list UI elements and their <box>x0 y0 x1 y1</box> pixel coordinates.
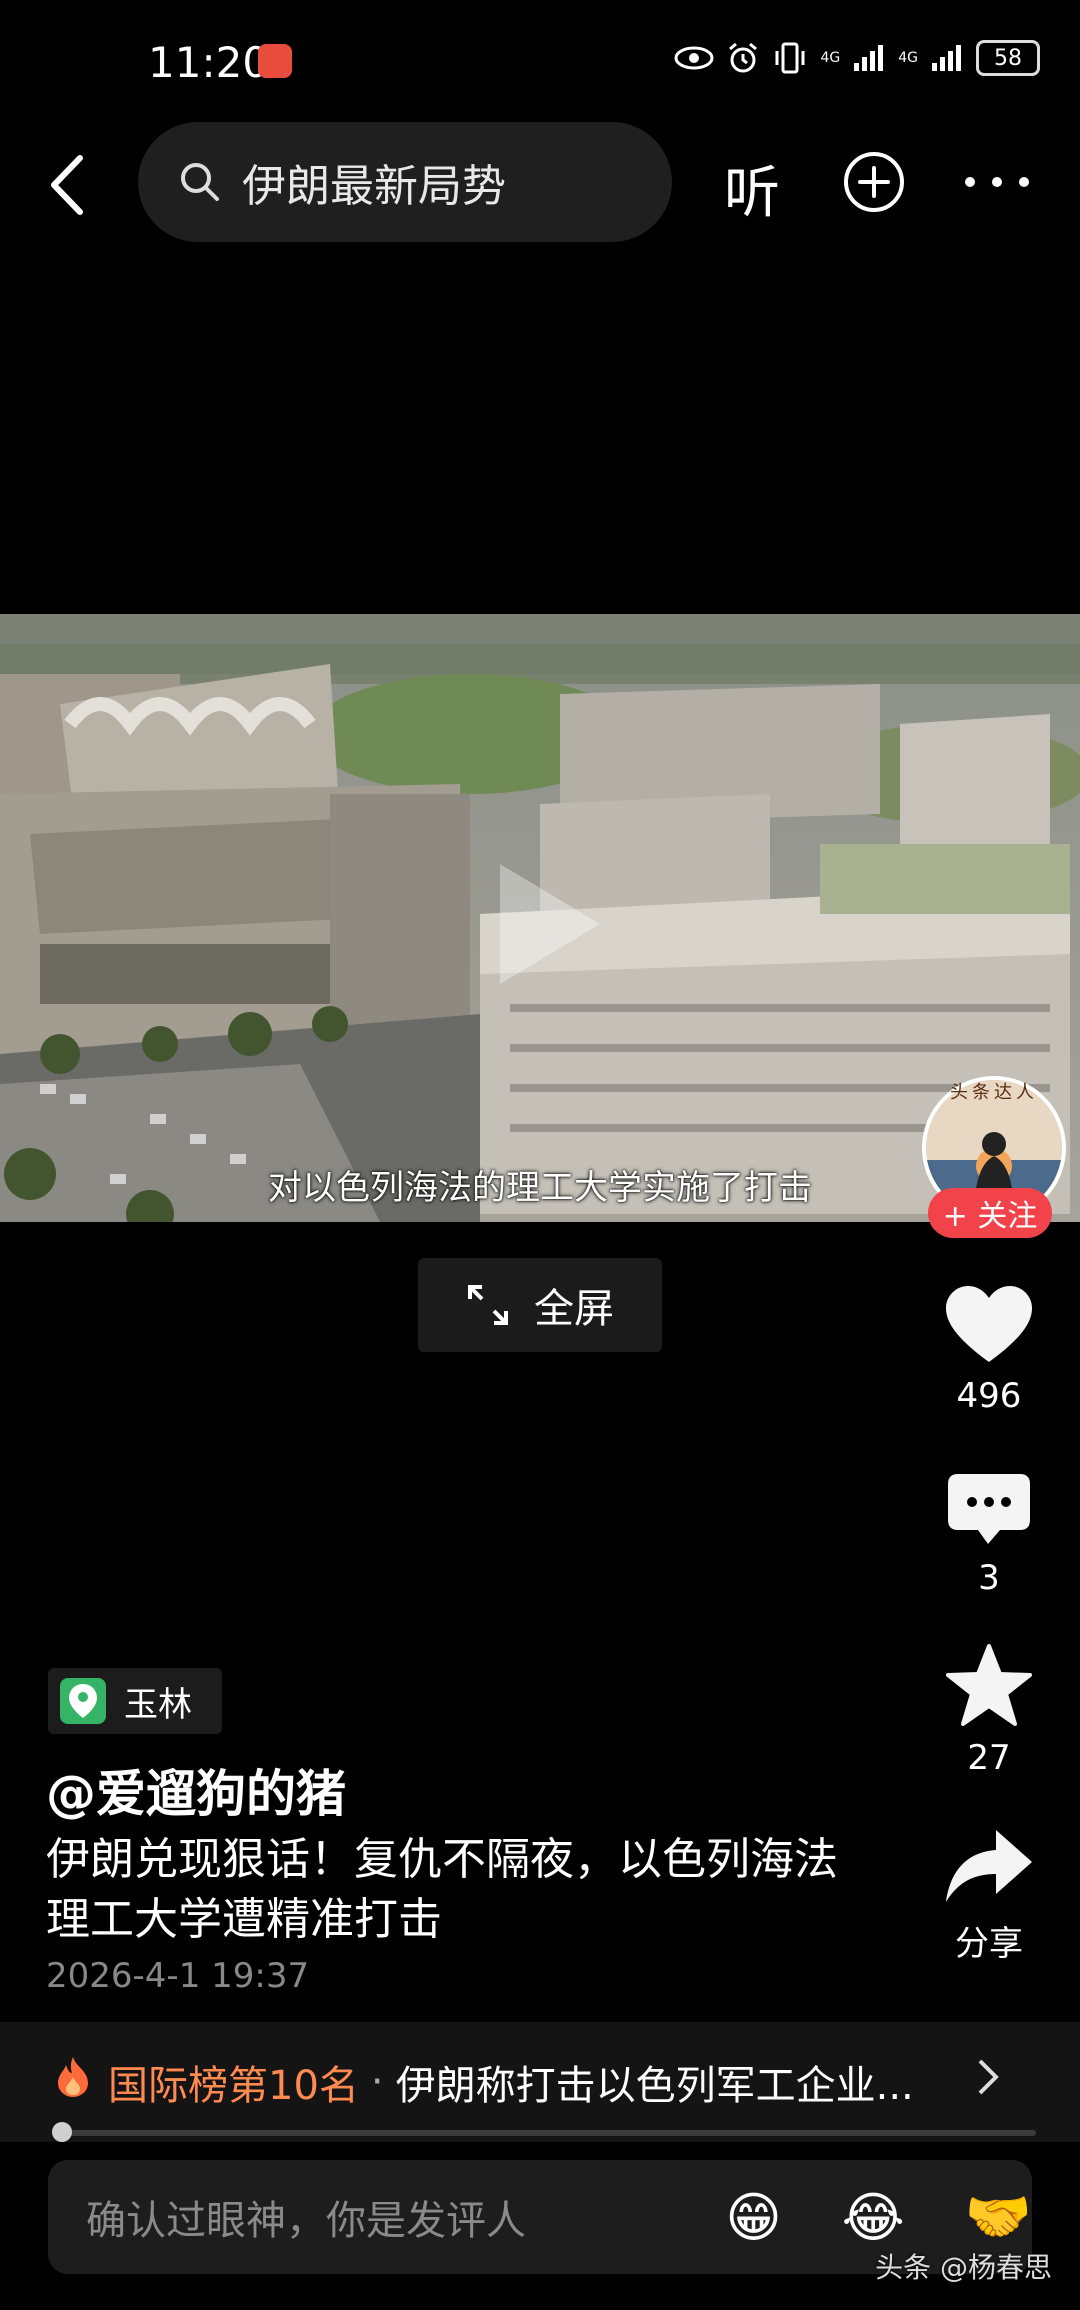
expand-icon <box>468 1285 508 1325</box>
more-options-button[interactable] <box>962 172 1032 192</box>
favorite-count: 27 <box>967 1738 1011 1778</box>
eye-icon <box>674 46 714 70</box>
share-label: 分享 <box>955 1924 1023 1964</box>
search-query: 伊朗最新局势 <box>242 161 506 212</box>
video-player[interactable] <box>0 614 1080 1222</box>
favorite-action[interactable]: 27 <box>930 1644 1048 1778</box>
back-button[interactable] <box>40 150 100 220</box>
fullscreen-label: 全屏 <box>534 1286 614 1332</box>
post-description: 伊朗兑现狠话！复仇不隔夜，以色列海法理工大学遭精准打击 <box>46 1834 838 1945</box>
comment-action[interactable]: 3 <box>930 1474 1048 1598</box>
alarm-icon <box>729 42 758 73</box>
star-icon <box>946 1644 1032 1726</box>
post-date: 2026-4-1 19:37 <box>46 1956 310 1996</box>
video-frame <box>0 614 1080 1222</box>
status-icons: 4G 4G 58 <box>674 40 1040 76</box>
search-icon <box>181 163 219 201</box>
ranking-banner[interactable]: 国际榜第10名 · 伊朗称打击以色列军工企业... <box>0 2022 1080 2142</box>
location-tag[interactable]: 玉林 <box>48 1668 222 1734</box>
share-action[interactable]: 分享 <box>930 1828 1048 1965</box>
playback-progress-knob[interactable] <box>51 2122 72 2142</box>
network-label-1: 4G <box>820 50 841 66</box>
avatar-banner: 头条达人 <box>950 1082 1038 1103</box>
ranking-label: 国际榜第10名 <box>108 2063 359 2109</box>
handshake-emoji-button[interactable]: 🤝 <box>965 2185 1032 2249</box>
heart-icon <box>946 1286 1032 1362</box>
follow-button[interactable]: + 关注 <box>928 1188 1052 1238</box>
signal-icon <box>854 45 884 71</box>
battery-level: 58 <box>994 45 1022 71</box>
grin-emoji-button[interactable]: 😁 <box>725 2186 781 2249</box>
listen-button[interactable]: 听 <box>724 148 780 229</box>
vibrate-icon <box>775 42 805 74</box>
comment-bubble-icon <box>948 1474 1030 1544</box>
signal-icon-2 <box>932 45 961 71</box>
map-pin-icon <box>60 1678 106 1724</box>
comment-placeholder: 确认过眼神，你是发评人 <box>86 2198 526 2244</box>
location-name: 玉林 <box>124 1684 192 1725</box>
ranking-title: 伊朗称打击以色列军工企业... <box>395 2063 914 2109</box>
app-notification-icon <box>258 44 292 78</box>
author-name[interactable]: @爱遛狗的猪 <box>46 1754 346 1826</box>
battery-indicator: 58 <box>976 40 1040 76</box>
ranking-separator: · <box>370 2059 384 2105</box>
playback-progress-track[interactable] <box>52 2130 1036 2136</box>
network-label-2: 4G <box>898 50 918 66</box>
add-button[interactable] <box>842 150 906 214</box>
like-action[interactable]: 496 <box>930 1286 1048 1416</box>
watermark: 头条 @杨春思 <box>875 2251 1052 2284</box>
comment-count: 3 <box>978 1558 1000 1598</box>
like-count: 496 <box>956 1376 1022 1416</box>
fullscreen-button[interactable]: 全屏 <box>418 1258 662 1352</box>
laugh-emoji-button[interactable]: 😂 <box>842 2186 905 2249</box>
fire-icon <box>56 2057 90 2107</box>
status-time: 11:20 <box>148 38 270 87</box>
search-box[interactable]: 伊朗最新局势 <box>138 122 672 242</box>
chevron-right-icon <box>976 2057 1000 2108</box>
video-subtitle: 对以色列海法的理工大学实施了打击 <box>268 1168 812 1208</box>
share-arrow-icon <box>946 1830 1032 1902</box>
